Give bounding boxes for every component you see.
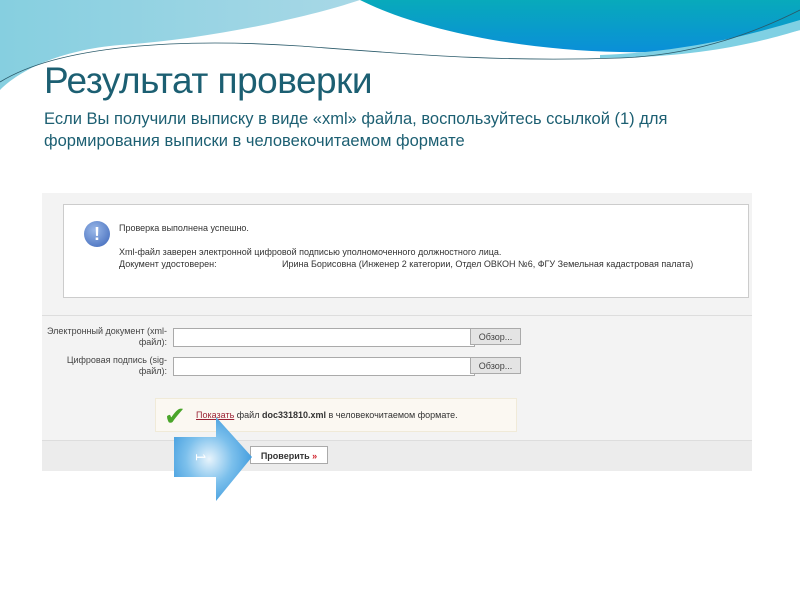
- bottom-bar: [42, 440, 752, 471]
- result-filename: doc331810.xml: [261, 410, 327, 420]
- doc-label: Электронный документ (xml-файл):: [46, 326, 167, 347]
- sig-browse-button[interactable]: Обзор...: [470, 357, 521, 374]
- slide-title: Результат проверки: [44, 60, 373, 101]
- doc-browse-button[interactable]: Обзор...: [470, 328, 521, 345]
- divider: [42, 315, 752, 316]
- signature-text: Xml-файл заверен электронной цифровой по…: [119, 247, 502, 257]
- verification-panel: ! Проверка выполнена успешно. Xml-файл з…: [42, 193, 752, 471]
- slide-subtitle: Если Вы получили выписку в виде «xml» фа…: [44, 110, 668, 150]
- verification-message: ! Проверка выполнена успешно. Xml-файл з…: [63, 204, 749, 298]
- callout-number: 1: [193, 453, 209, 461]
- exclamation-icon: !: [84, 221, 110, 247]
- check-button-label: Проверить: [260, 451, 310, 461]
- result-text-after: в человекочитаемом формате.: [326, 410, 458, 420]
- check-button[interactable]: Проверить »: [250, 446, 328, 464]
- callout-arrow: 1: [174, 417, 252, 501]
- doc-file-input[interactable]: [173, 328, 475, 347]
- certified-label: Документ удостоверен:: [119, 259, 217, 269]
- status-text: Проверка выполнена успешно.: [119, 223, 249, 233]
- sig-label: Цифровая подпись (sig-файл):: [66, 355, 167, 376]
- check-button-arrow: »: [309, 451, 318, 461]
- sig-file-input[interactable]: [173, 357, 475, 376]
- certified-value: Ирина Борисовна (Инженер 2 категории, От…: [282, 259, 694, 269]
